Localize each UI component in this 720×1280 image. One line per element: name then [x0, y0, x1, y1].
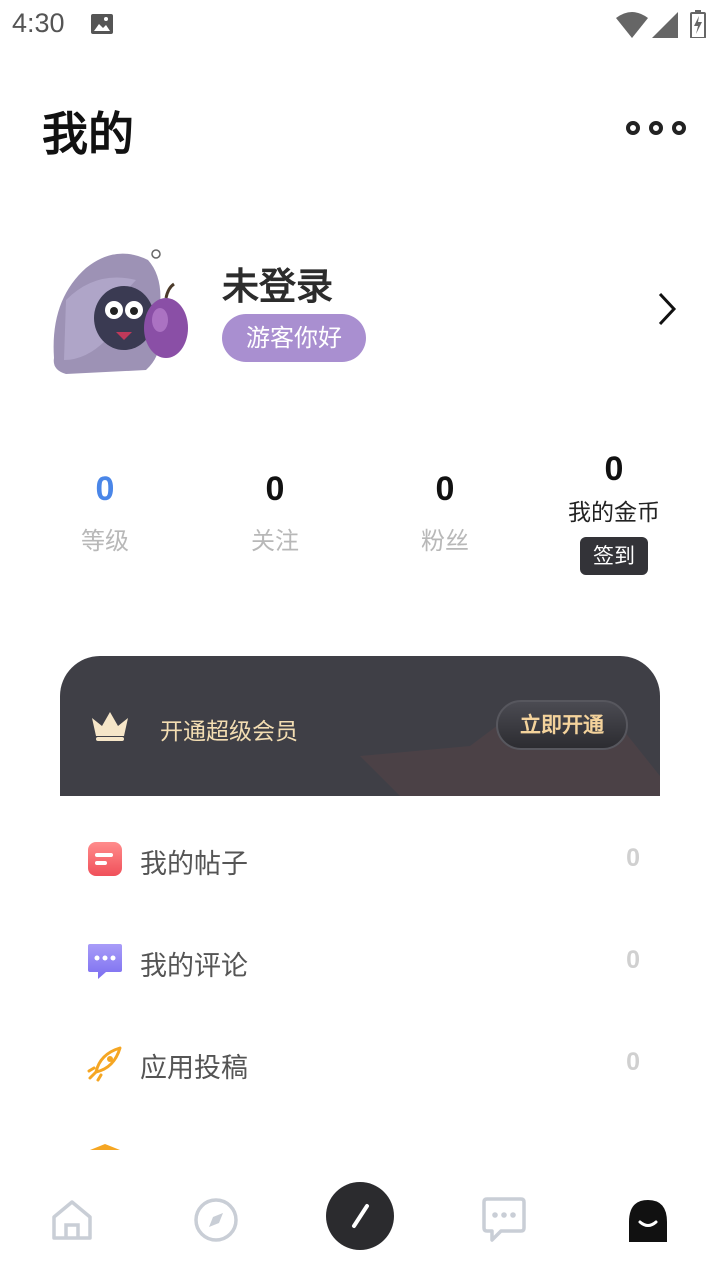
list-item-my-comments[interactable]: 我的评论 0 [60, 910, 660, 1010]
rocket-icon [87, 1046, 122, 1082]
stat-fans[interactable]: 0 粉丝 [385, 470, 505, 556]
stat-following-label: 关注 [251, 527, 299, 555]
bottom-nav [0, 1150, 720, 1280]
user-icon [629, 1200, 667, 1242]
comment-icon [88, 944, 122, 979]
list-item-count: 0 [626, 1048, 640, 1076]
list-item-app-submission[interactable]: 应用投稿 0 [60, 1012, 660, 1112]
more-dot-icon [626, 121, 640, 135]
nav-profile[interactable] [618, 1190, 678, 1250]
posts-icon [88, 842, 122, 876]
chat-icon [482, 1197, 526, 1242]
stat-following-value: 0 [265, 470, 285, 508]
battery-icon [690, 10, 706, 38]
more-dot-icon [649, 121, 663, 135]
image-notification-icon [91, 14, 113, 34]
list-item-label: 我的帖子 [140, 849, 248, 880]
home-icon [52, 1200, 92, 1240]
nav-home[interactable] [42, 1190, 102, 1250]
nav-discover[interactable] [186, 1190, 246, 1250]
stat-fans-label: 粉丝 [421, 527, 469, 555]
signin-button[interactable]: 签到 [580, 537, 648, 575]
stat-level-label: 等级 [81, 527, 129, 555]
username[interactable]: 未登录 [222, 256, 333, 310]
status-time: 4:30 [12, 8, 65, 38]
chevron-right-icon[interactable] [652, 290, 680, 328]
signal-icon [652, 12, 678, 38]
compass-icon [194, 1198, 238, 1242]
stat-fans-value: 0 [435, 470, 455, 508]
list-item-my-posts[interactable]: 我的帖子 0 [60, 808, 660, 908]
nav-messages[interactable] [474, 1190, 534, 1250]
vip-text: 开通超级会员 [160, 719, 298, 745]
stat-following[interactable]: 0 关注 [215, 470, 335, 556]
more-dot-icon [672, 121, 686, 135]
list-item-count: 0 [626, 946, 640, 974]
my-coins[interactable]: 0 我的金币 签到 [548, 450, 680, 575]
list-item-count: 0 [626, 844, 640, 872]
nav-post-button[interactable] [326, 1182, 394, 1250]
coins-label: 我的金币 [568, 500, 660, 526]
list-item-label: 我的评论 [140, 951, 248, 982]
list-item-label: 应用投稿 [140, 1053, 248, 1084]
avatar[interactable] [46, 240, 196, 380]
vip-activate-button[interactable]: 立即开通 [496, 700, 628, 750]
crown-icon [92, 712, 128, 741]
coins-value: 0 [604, 450, 624, 488]
page-title: 我的 [42, 107, 134, 161]
pen-icon [352, 1204, 369, 1228]
wifi-icon [616, 12, 648, 38]
stat-level-value: 0 [95, 470, 115, 508]
more-button[interactable] [626, 112, 686, 144]
stat-level[interactable]: 0 等级 [45, 470, 165, 556]
vip-banner[interactable]: 开通超级会员 立即开通 [60, 656, 660, 796]
guest-badge: 游客你好 [222, 314, 366, 362]
status-bar: 4:30 [0, 0, 720, 50]
